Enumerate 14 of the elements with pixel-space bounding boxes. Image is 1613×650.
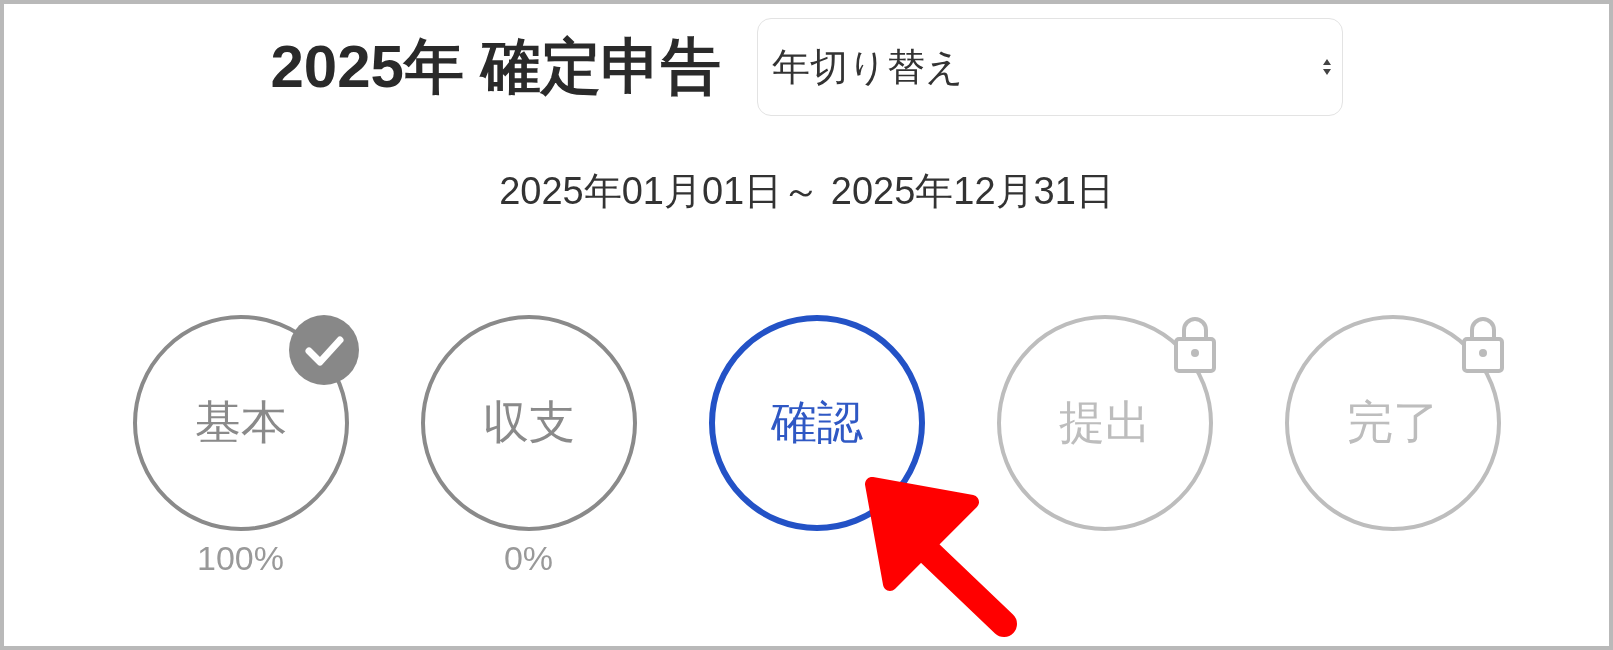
page-title: 2025年 確定申告 — [270, 31, 721, 102]
step-circle[interactable]: 提出 — [996, 315, 1213, 531]
step-circle[interactable]: 確認 — [708, 315, 925, 531]
lock-icon — [1172, 315, 1217, 373]
checkmark-icon — [288, 315, 359, 385]
period-text: 2025年01月01日～ 2025年12月31日 — [499, 169, 1114, 214]
progress-percent: 0% — [503, 539, 554, 578]
progress-percent: 100% — [197, 539, 284, 578]
step-circle[interactable]: 完了 — [1284, 315, 1501, 531]
year-select[interactable]: 年切り替え — [756, 18, 1343, 116]
dropdown-arrows-icon — [1321, 57, 1332, 77]
lock-icon — [1460, 315, 1505, 373]
step-circle[interactable]: 収支 — [420, 315, 637, 531]
step-circle[interactable]: 基本 — [132, 315, 349, 531]
